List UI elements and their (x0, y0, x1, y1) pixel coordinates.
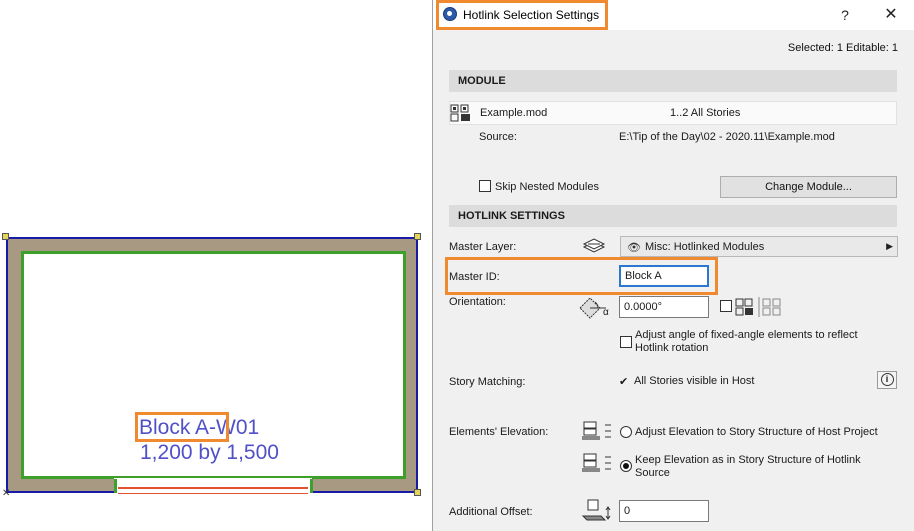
source-path: E:\Tip of the Day\02 - 2020.11\Example.m… (619, 131, 835, 143)
hotlink-selection-settings-dialog: Hotlink Selection Settings ? ✕ Selected:… (432, 0, 914, 531)
door-leaf-line (118, 487, 308, 489)
offset-icon (581, 499, 611, 521)
elevation-keep-label-line2[interactable]: Source (635, 467, 670, 479)
selection-handle-bottom-right[interactable] (414, 489, 421, 496)
module-stories: 1..2 All Stories (670, 107, 741, 119)
adjust-angle-label-line2[interactable]: Hotlink rotation (635, 342, 708, 354)
master-layer-value: Misc: Hotlinked Modules (645, 241, 765, 253)
orientation-link-checkbox[interactable] (720, 300, 732, 312)
skip-nested-modules-label[interactable]: Skip Nested Modules (495, 181, 599, 193)
elevation-keep-icon (582, 453, 611, 472)
orientation-preview-icon (735, 297, 781, 317)
checkmark-icon: ✔ (619, 376, 629, 388)
additional-offset-field[interactable]: 0 (619, 500, 709, 522)
hotlink-settings-section-header[interactable]: HOTLINK SETTINGS (449, 205, 897, 227)
orientation-field[interactable]: 0.0000° (619, 296, 709, 318)
door-jamb-right (310, 479, 313, 493)
elevation-keep-label-line1[interactable]: Keep Elevation as in Story Structure of … (635, 454, 861, 466)
source-label: Source: (479, 131, 517, 143)
eye-icon: 👁 (627, 242, 641, 254)
selection-handle-top-right[interactable] (414, 233, 421, 240)
additional-offset-label: Additional Offset: (449, 506, 533, 518)
door-jamb-left (114, 479, 117, 493)
dialog-titlebar[interactable]: Hotlink Selection Settings ? ✕ (433, 0, 914, 30)
element-id-suffix: -W01 (209, 416, 260, 439)
master-id-label: Master ID: (449, 271, 500, 283)
selection-info: Selected: 1 Editable: 1 (787, 42, 898, 54)
selection-handle-top-left[interactable] (2, 233, 9, 240)
adjust-angle-label-line1[interactable]: Adjust angle of fixed-angle elements to … (635, 329, 858, 341)
module-section-header[interactable]: MODULE (449, 70, 897, 92)
change-module-button[interactable]: Change Module... (720, 176, 897, 198)
story-matching-label: Story Matching: (449, 376, 526, 388)
module-file-icon (450, 104, 470, 122)
orientation-label: Orientation: (449, 296, 506, 308)
element-id-master: Block A (139, 416, 210, 439)
element-size-label: 1,200 by 1,500 (140, 441, 279, 464)
elevation-adjust-label[interactable]: Adjust Elevation to Story Structure of H… (635, 426, 878, 438)
door-sill-line (118, 493, 308, 494)
elevation-keep-radio[interactable] (620, 460, 632, 472)
master-layer-popup[interactable]: 👁 Misc: Hotlinked Modules ▶ (620, 236, 898, 257)
close-button[interactable]: ✕ (879, 4, 903, 26)
plan-canvas[interactable]: ✕ Block A-W01 1,200 by 1,500 (0, 0, 432, 531)
module-file-name: Example.mod (480, 107, 548, 119)
elements-elevation-label: Elements' Elevation: (449, 426, 549, 438)
module-file-row[interactable]: Example.mod 1..2 All Stories (449, 101, 897, 125)
skip-nested-modules-checkbox[interactable] (479, 180, 491, 192)
adjust-angle-checkbox[interactable] (620, 336, 632, 348)
door-opening (114, 478, 312, 493)
title-highlight (436, 0, 608, 30)
layers-icon (582, 238, 606, 253)
element-id-label: Block A-W01 (135, 412, 260, 442)
story-matching-value: All Stories visible in Host (634, 375, 755, 387)
master-layer-label: Master Layer: (449, 241, 517, 253)
help-button[interactable]: ? (833, 5, 857, 25)
selection-handle-bottom-left[interactable]: ✕ (2, 489, 10, 499)
alpha-symbol: α (603, 307, 609, 318)
elevation-adjust-radio[interactable] (620, 426, 632, 438)
elevation-adjust-icon (582, 421, 611, 440)
chevron-right-icon: ▶ (886, 241, 893, 251)
info-button[interactable]: i (877, 371, 897, 389)
master-id-field[interactable]: Block A (619, 265, 709, 287)
info-icon: i (880, 373, 894, 386)
